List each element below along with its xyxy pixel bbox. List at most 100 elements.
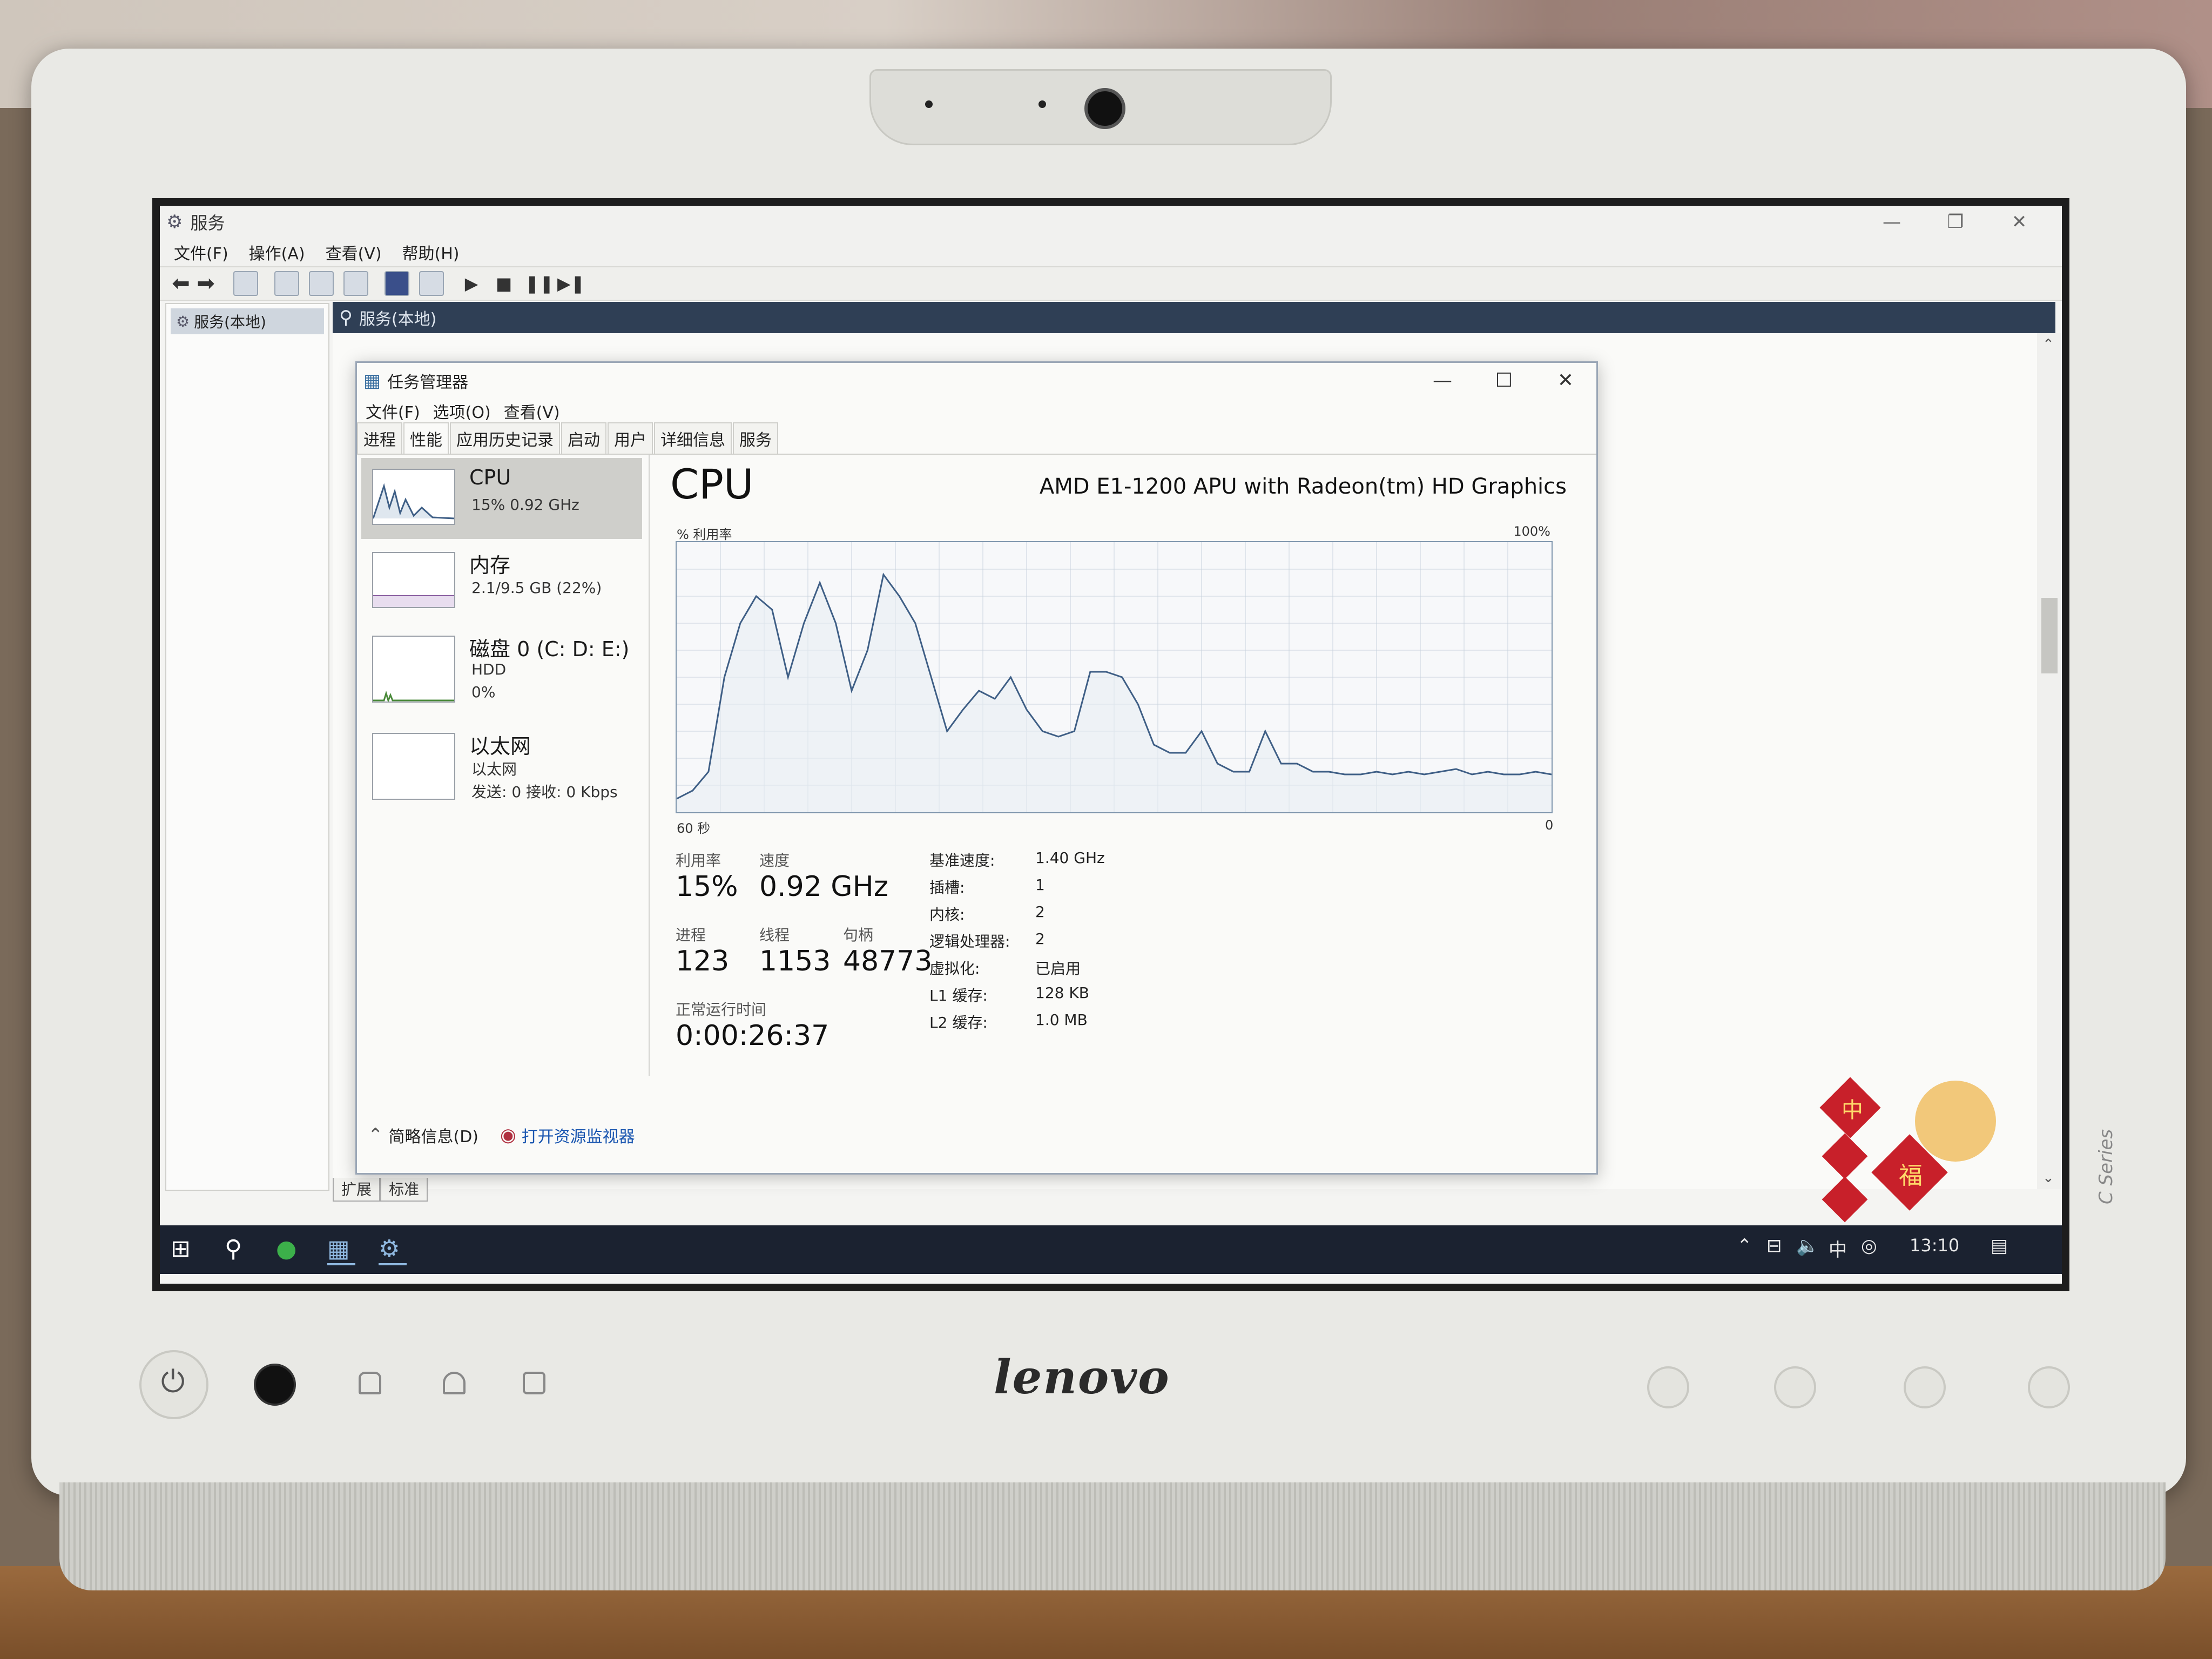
spec-value: 128 KB (1035, 984, 1089, 1002)
chevron-up-icon[interactable]: ⌃ (1737, 1235, 1752, 1257)
search-icon[interactable]: ⚲ (225, 1235, 253, 1263)
screen: ⚙ 服务 — ❐ ✕ 文件(F) 操作(A) 查看(V) 帮助(H) ⬅ ➡ ▶… (152, 198, 2069, 1291)
pause-service-icon[interactable]: ❚❚ (525, 272, 554, 295)
ime-indicator[interactable]: 中 (1829, 1235, 1847, 1262)
proc-label: 进程 (676, 926, 706, 944)
tab-services[interactable]: 服务 (733, 422, 778, 454)
search-icon: ⚲ (339, 307, 353, 328)
notification-icon[interactable]: ▤ (1991, 1235, 2008, 1257)
perf-item-sub: 2.1/9.5 GB (22%) (471, 579, 602, 597)
tm-minimize-button[interactable]: — (1412, 363, 1473, 399)
perf-item-ethernet[interactable]: 以太网 以太网 发送: 0 接收: 0 Kbps (361, 722, 642, 817)
scroll-up-icon[interactable]: ⌃ (2042, 336, 2054, 353)
brief-info-link[interactable]: 简略信息(D) (389, 1123, 479, 1147)
cpu-utilization-graph (676, 541, 1553, 813)
graph-max-label: 100% (1513, 524, 1550, 539)
task-manager-titlebar[interactable]: ▦ 任务管理器 — ☐ ✕ (357, 363, 1596, 399)
graph-ylabel: % 利用率 (677, 527, 732, 542)
tab-details[interactable]: 详细信息 (654, 422, 732, 454)
tree-item-services-local[interactable]: ⚙ 服务(本地) (171, 308, 324, 334)
util-label: 利用率 (676, 852, 721, 869)
tab-extended[interactable]: 扩展 (333, 1178, 381, 1202)
minimize-button[interactable]: — (1860, 206, 1924, 238)
handle-label: 句柄 (843, 926, 874, 944)
hw-menu-button[interactable] (2028, 1366, 2070, 1408)
gear-icon: ⚙ (166, 211, 183, 233)
cpu-model: AMD E1-1200 APU with Radeon(tm) HD Graph… (1039, 474, 1567, 499)
browser-icon[interactable]: ● (276, 1235, 304, 1263)
cpu-thumbnail (372, 469, 455, 525)
speaker-grille (59, 1482, 2166, 1590)
restart-service-icon[interactable]: ▶❚ (557, 272, 585, 295)
series-label: C Series (2095, 1129, 2117, 1204)
speed-value: 0.92 GHz (759, 871, 889, 903)
export-icon[interactable] (343, 271, 368, 296)
hw-input-button[interactable] (1647, 1366, 1689, 1408)
close-button[interactable]: ✕ (1987, 206, 2051, 238)
clock[interactable]: 13:10 (1910, 1235, 1959, 1256)
menu-help[interactable]: 帮助(H) (402, 240, 460, 264)
start-windows-icon[interactable]: ⊞ (171, 1235, 199, 1263)
chevron-up-icon[interactable]: ⌃ (368, 1124, 383, 1146)
spec-label: 逻辑处理器: (929, 933, 1010, 950)
task-manager-icon: ▦ (363, 370, 381, 392)
tab-startup[interactable]: 启动 (561, 422, 606, 454)
tab-standard[interactable]: 标准 (380, 1178, 428, 1202)
services-pane-title: 服务(本地) (359, 310, 437, 329)
tm-maximize-button[interactable]: ☐ (1473, 363, 1535, 399)
perf-item-cpu[interactable]: CPU 15% 0.92 GHz (361, 458, 642, 539)
scroll-thumb[interactable] (2041, 598, 2058, 673)
cpu-heading: CPU (670, 460, 754, 508)
open-resource-monitor-link[interactable]: 打开资源监视器 (522, 1123, 635, 1147)
help-icon[interactable] (385, 271, 409, 296)
perf-item-memory[interactable]: 内存 2.1/9.5 GB (22%) (361, 541, 642, 622)
view-icon[interactable] (419, 271, 444, 296)
lenovo-logo: lenovo (994, 1350, 1170, 1405)
tm-menu-file[interactable]: 文件(F) (366, 399, 420, 423)
hdd-indicator-icon (359, 1372, 381, 1394)
perf-item-sub2: 发送: 0 接收: 0 Kbps (471, 783, 618, 801)
menu-file[interactable]: 文件(F) (174, 240, 228, 264)
hw-button-dark[interactable] (254, 1364, 296, 1406)
tab-performance[interactable]: 性能 (403, 422, 449, 454)
hw-volume-up-button[interactable] (1904, 1366, 1946, 1408)
menu-action[interactable]: 操作(A) (249, 240, 305, 264)
ime-app-icon[interactable]: ◎ (1861, 1235, 1877, 1257)
tab-users[interactable]: 用户 (608, 422, 653, 454)
services-titlebar[interactable]: ⚙ 服务 — ❐ ✕ (160, 206, 2062, 238)
stop-service-icon[interactable]: ■ (493, 272, 515, 295)
perf-item-sub: 15% 0.92 GHz (471, 496, 579, 514)
perf-item-sub: HDD (471, 660, 507, 678)
perf-item-name: CPU (469, 466, 511, 489)
perf-item-disk[interactable]: 磁盘 0 (C: D: E:) HDD 0% (361, 625, 642, 719)
tm-close-button[interactable]: ✕ (1535, 363, 1596, 399)
task-manager-taskbar-icon[interactable]: ▦ (327, 1235, 355, 1265)
restore-button[interactable]: ❐ (1924, 206, 1987, 238)
power-button[interactable]: ⏻ (139, 1350, 208, 1419)
gear-icon: ⚙ (176, 312, 190, 331)
vertical-scrollbar[interactable]: ⌃ ⌄ (2037, 333, 2061, 1189)
tm-menu-options[interactable]: 选项(O) (433, 399, 491, 423)
properties-icon[interactable] (274, 271, 299, 296)
spec-label: 基准速度: (929, 852, 995, 869)
network-icon[interactable]: ⊟ (1766, 1235, 1782, 1257)
volume-icon[interactable]: 🔈 (1796, 1235, 1819, 1257)
forward-arrow-icon[interactable]: ➡ (194, 272, 217, 295)
show-console-tree-icon[interactable] (233, 271, 258, 296)
start-service-icon[interactable]: ▶ (460, 272, 483, 295)
hw-volume-down-button[interactable] (1774, 1366, 1816, 1408)
scroll-down-icon[interactable]: ⌄ (2042, 1170, 2054, 1186)
tab-app-history[interactable]: 应用历史记录 (450, 422, 560, 454)
mic-dot (925, 100, 933, 108)
back-arrow-icon[interactable]: ⬅ (170, 272, 192, 295)
display-indicator-icon (523, 1372, 545, 1394)
services-taskbar-icon[interactable]: ⚙ (379, 1235, 407, 1265)
taskbar: ⊞ ⚲ ● ▦ ⚙ ⌃ ⊟ 🔈 中 ◎ 13:10 ▤ (160, 1225, 2062, 1274)
tab-processes[interactable]: 进程 (357, 422, 402, 454)
resource-monitor-icon: ◉ (500, 1124, 516, 1146)
festive-sticker: 中 福 (1819, 1077, 2007, 1243)
refresh-icon[interactable] (309, 271, 334, 296)
menu-view[interactable]: 查看(V) (326, 240, 382, 264)
tm-menubar: 文件(F) 选项(O) 查看(V) (357, 399, 1596, 423)
tm-menu-view[interactable]: 查看(V) (504, 399, 560, 423)
